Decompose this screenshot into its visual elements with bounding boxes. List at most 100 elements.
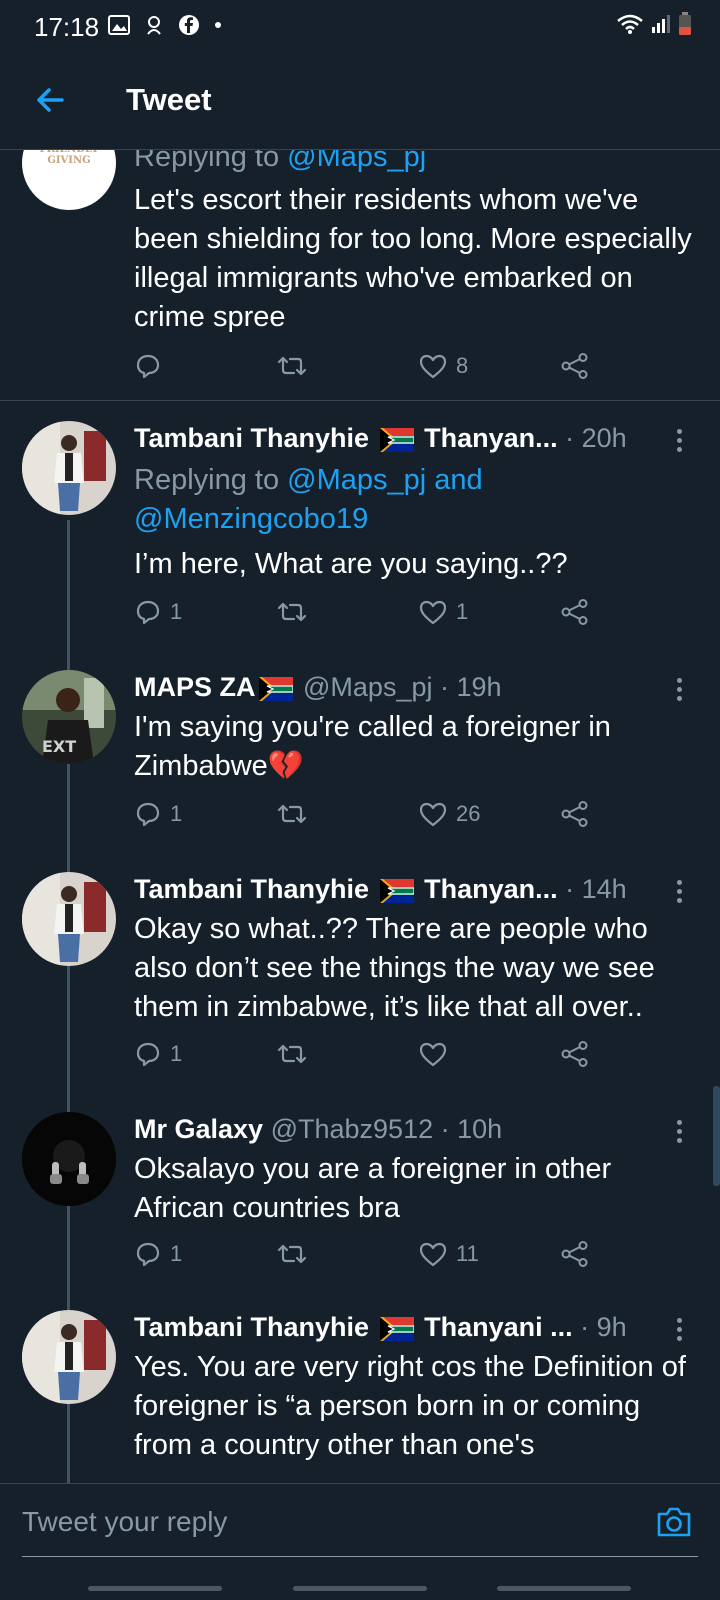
tweet-item[interactable]: FRIENDLY GIVING Replying to @Maps_pj Let… <box>0 150 720 402</box>
status-bar: 17:18 <box>0 0 720 52</box>
more-icon[interactable] <box>674 1318 684 1346</box>
nav-home-button[interactable] <box>293 1586 427 1591</box>
tweet-content: Tambani Thanyhie Thanyani ... · 9h Yes. … <box>134 1310 694 1465</box>
tweet-content: Tambani Thanyhie Thanyan... · 14h Okay s… <box>134 872 694 1027</box>
avatar[interactable] <box>22 1310 116 1404</box>
mention-link[interactable]: @Maps_pj <box>287 150 426 173</box>
handle[interactable]: @Maps_pj <box>303 672 432 702</box>
retweet-button[interactable] <box>276 1240 308 1268</box>
display-name-suffix[interactable]: Thanyan... <box>424 874 558 904</box>
tweet-text: Oksalayo you are a foreigner in other Af… <box>134 1153 612 1224</box>
reply-button[interactable]: 1 <box>134 1040 182 1068</box>
back-arrow-icon[interactable] <box>32 82 68 118</box>
share-button[interactable] <box>560 352 590 380</box>
display-name[interactable]: Mr Galaxy <box>134 1114 263 1144</box>
share-button[interactable] <box>560 598 590 626</box>
camera-icon[interactable] <box>654 1502 694 1542</box>
more-icon[interactable] <box>674 429 684 457</box>
more-icon[interactable] <box>674 678 684 706</box>
share-icon <box>561 353 588 379</box>
retweet-button[interactable] <box>276 352 308 380</box>
scrollbar[interactable] <box>713 1086 720 1186</box>
tweet-item[interactable]: Tambani Thanyhie Thanyan... · 20h Replyi… <box>0 421 720 661</box>
tweet-header: Tambani Thanyhie Thanyani ... · 9h <box>134 1310 694 1344</box>
handle[interactable]: @Thabz9512 <box>271 1114 434 1144</box>
replying-to: Replying to @Maps_pj <box>134 150 694 177</box>
share-icon <box>561 801 588 827</box>
tweet-time: · 19h <box>440 672 502 702</box>
share-button[interactable] <box>560 1040 590 1068</box>
more-icon[interactable] <box>674 1120 684 1148</box>
reply-count: 1 <box>170 599 183 624</box>
retweet-button[interactable] <box>276 1040 308 1068</box>
display-name[interactable]: MAPS ZA <box>134 672 256 702</box>
tweet-item[interactable]: EXT MAPS ZA @Maps_pj · 19h I'm saying yo… <box>0 670 720 870</box>
reply-icon <box>136 354 160 379</box>
more-icon[interactable] <box>674 880 684 908</box>
avatar[interactable] <box>22 872 116 966</box>
display-name[interactable]: Tambani Thanyhie <box>134 423 369 453</box>
input-underline <box>22 1556 698 1557</box>
tweet-actions: 1 1 <box>134 598 604 632</box>
system-icons <box>616 12 692 36</box>
conversation-feed[interactable]: FRIENDLY GIVING Replying to @Maps_pj Let… <box>0 150 720 1483</box>
tweet-item[interactable]: Mr Galaxy @Thabz9512 · 10h Oksalayo you … <box>0 1112 720 1312</box>
nav-back-button[interactable] <box>497 1586 631 1591</box>
tweet-actions: 1 26 <box>134 800 604 834</box>
tweet-header: MAPS ZA @Maps_pj · 19h <box>134 670 694 704</box>
tweet-actions: 1 11 <box>134 1240 604 1274</box>
display-name[interactable]: Tambani Thanyhie <box>134 874 369 904</box>
tweet-time: · 9h <box>580 1312 627 1342</box>
top-app-bar: Tweet <box>0 52 720 150</box>
reply-icon <box>136 802 160 827</box>
display-name[interactable]: Tambani Thanyhie <box>134 1312 369 1342</box>
tweet-text-wrapper: I'm saying you're called a foreigner in … <box>134 708 694 786</box>
tweet-content: MAPS ZA @Maps_pj · 19h I'm saying you're… <box>134 670 694 786</box>
like-icon <box>419 600 447 625</box>
share-button[interactable] <box>560 800 590 828</box>
like-button[interactable]: 26 <box>418 800 480 828</box>
tweet-actions: 1 <box>134 1040 604 1074</box>
dot-icon <box>215 22 221 28</box>
tweet-text: Let's escort their residents whom we've … <box>134 184 692 333</box>
like-button[interactable]: 11 <box>418 1240 479 1268</box>
reply-count: 1 <box>170 1241 183 1266</box>
retweet-icon <box>277 602 307 622</box>
status-time: 17:18 <box>34 12 100 42</box>
avatar-photo <box>22 421 116 515</box>
reply-button[interactable]: 1 <box>134 800 182 828</box>
reply-button[interactable] <box>134 352 170 380</box>
retweet-button[interactable] <box>276 800 308 828</box>
avatar-photo <box>22 872 116 966</box>
notification-app-icon <box>147 16 161 35</box>
like-count: 1 <box>456 599 469 624</box>
share-button[interactable] <box>560 1240 590 1268</box>
like-button[interactable] <box>418 1040 456 1068</box>
reply-input[interactable]: Tweet your reply <box>22 1506 227 1538</box>
retweet-button[interactable] <box>276 598 308 626</box>
retweet-icon <box>277 356 307 376</box>
like-count: 11 <box>456 1241 479 1266</box>
reply-button[interactable]: 1 <box>134 598 182 626</box>
reply-icon <box>136 1242 160 1267</box>
reply-composer[interactable]: Tweet your reply <box>0 1483 720 1561</box>
tweet-item[interactable]: Tambani Thanyhie Thanyani ... · 9h Yes. … <box>0 1310 720 1483</box>
avatar[interactable]: FRIENDLY GIVING <box>22 150 116 210</box>
avatar[interactable] <box>22 421 116 515</box>
like-button[interactable]: 8 <box>418 352 468 380</box>
wifi-icon <box>617 14 643 34</box>
reply-button[interactable]: 1 <box>134 1240 182 1268</box>
tweet-header: Tambani Thanyhie Thanyan... · 20h <box>134 421 694 455</box>
share-icon <box>561 599 588 625</box>
like-count: 26 <box>456 801 481 826</box>
nav-recent-button[interactable] <box>88 1586 222 1591</box>
avatar[interactable] <box>22 1112 116 1206</box>
display-name-suffix[interactable]: Thanyan... <box>424 423 558 453</box>
like-icon <box>419 802 447 827</box>
tweet-item[interactable]: Tambani Thanyhie Thanyan... · 14h Okay s… <box>0 872 720 1102</box>
like-button[interactable]: 1 <box>418 598 468 626</box>
avatar[interactable]: EXT <box>22 670 116 764</box>
reply-icon <box>136 1042 160 1067</box>
tweet-text: I'm saying you're called a foreigner in … <box>134 711 611 782</box>
display-name-suffix[interactable]: Thanyani ... <box>424 1312 573 1342</box>
